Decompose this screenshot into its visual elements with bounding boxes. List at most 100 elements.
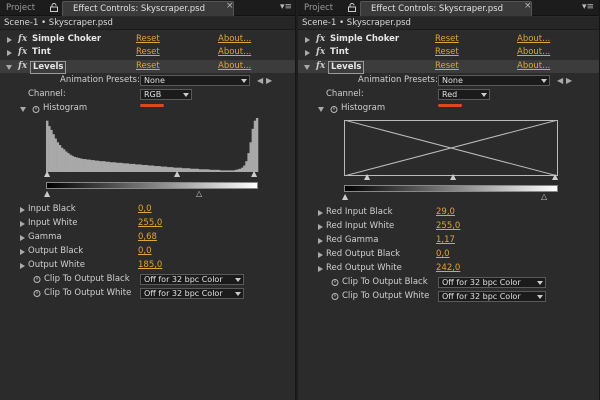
lock-icon[interactable] (348, 3, 356, 12)
about-link[interactable]: About... (218, 46, 251, 59)
param-row-gamma[interactable]: Gamma 0,68 (0, 231, 295, 244)
effect-row-tint[interactable]: fx Tint Reset About... (0, 46, 295, 59)
fx-icon[interactable]: fx (316, 60, 325, 73)
about-link[interactable]: About... (517, 33, 550, 46)
param-row-input-white[interactable]: Input White 255,0 (0, 217, 295, 230)
preset-prev-arrow-icon[interactable]: ◀ (257, 76, 263, 85)
param-value[interactable]: 0,0 (436, 248, 450, 261)
input-black-slider-icon[interactable]: ▲ (44, 169, 50, 178)
stopwatch-icon[interactable] (331, 292, 339, 300)
panel-menu-icon[interactable]: ▾≡ (582, 2, 594, 12)
expand-arrow-icon[interactable] (20, 263, 25, 269)
collapse-arrow-icon[interactable] (304, 65, 310, 70)
output-white-slider-icon[interactable]: △ (541, 192, 547, 201)
animation-presets-dropdown[interactable]: None (140, 75, 250, 86)
input-black-slider-icon[interactable]: ▲ (364, 172, 370, 181)
param-row-red-input-white[interactable]: Red Input White 255,0 (298, 220, 599, 233)
expand-arrow-icon[interactable] (318, 210, 323, 216)
param-row-red-output-white[interactable]: Red Output White 242,0 (298, 262, 599, 275)
tab-effect-controls[interactable]: Effect Controls: Skyscraper.psd (360, 1, 532, 16)
clip-white-dropdown[interactable]: Off for 32 bpc Color (438, 291, 546, 302)
about-link[interactable]: About... (517, 60, 550, 73)
reset-link[interactable]: Reset (435, 60, 459, 73)
stopwatch-icon[interactable] (33, 275, 41, 283)
param-row-input-black[interactable]: Input Black 0,0 (0, 203, 295, 216)
param-value[interactable]: 255,0 (436, 220, 460, 233)
clip-black-dropdown[interactable]: Off for 32 bpc Color (438, 277, 546, 288)
about-link[interactable]: About... (517, 46, 550, 59)
tab-effect-controls[interactable]: Effect Controls: Skyscraper.psd (62, 1, 234, 16)
param-row-red-input-black[interactable]: Red Input Black 29,0 (298, 206, 599, 219)
tab-project[interactable]: Project (298, 1, 342, 16)
expand-arrow-icon[interactable] (20, 207, 25, 213)
gamma-slider-icon[interactable]: ▲ (174, 169, 180, 178)
preset-prev-arrow-icon[interactable]: ◀ (557, 76, 563, 85)
input-white-slider-icon[interactable]: ▲ (552, 172, 558, 181)
effect-row-tint[interactable]: fx Tint Reset About... (298, 46, 599, 59)
fx-icon[interactable]: fx (18, 33, 27, 46)
panel-menu-icon[interactable]: ▾≡ (280, 2, 292, 12)
fx-icon[interactable]: fx (18, 60, 27, 73)
expand-arrow-icon[interactable] (318, 266, 323, 272)
expand-arrow-icon[interactable] (7, 37, 12, 43)
param-row-clip-white[interactable]: Clip To Output White Off for 32 bpc Colo… (298, 290, 599, 303)
input-white-slider-icon[interactable]: ▲ (251, 169, 257, 178)
param-value[interactable]: 1,17 (436, 234, 455, 247)
close-icon[interactable]: × (524, 1, 532, 11)
close-icon[interactable]: × (226, 1, 234, 11)
fx-icon[interactable]: fx (316, 46, 325, 59)
param-value[interactable]: 0,68 (138, 231, 157, 244)
clip-white-dropdown[interactable]: Off for 32 bpc Color (140, 288, 244, 299)
reset-link[interactable]: Reset (136, 60, 160, 73)
expand-arrow-icon[interactable] (20, 235, 25, 241)
reset-link[interactable]: Reset (435, 46, 459, 59)
output-black-slider-icon[interactable]: ▲ (44, 189, 50, 198)
expand-arrow-icon[interactable] (20, 221, 25, 227)
expand-arrow-icon[interactable] (20, 249, 25, 255)
fx-icon[interactable]: fx (18, 46, 27, 59)
expand-arrow-icon[interactable] (305, 37, 310, 43)
output-white-slider-icon[interactable]: △ (196, 189, 202, 198)
param-value[interactable]: 255,0 (138, 217, 162, 230)
param-row-red-output-black[interactable]: Red Output Black 0,0 (298, 248, 599, 261)
param-row-clip-white[interactable]: Clip To Output White Off for 32 bpc Colo… (0, 287, 295, 300)
param-row-red-gamma[interactable]: Red Gamma 1,17 (298, 234, 599, 247)
param-value[interactable]: 242,0 (436, 262, 460, 275)
reset-link[interactable]: Reset (136, 33, 160, 46)
stopwatch-icon[interactable] (331, 278, 339, 286)
about-link[interactable]: About... (218, 33, 251, 46)
expand-arrow-icon[interactable] (318, 238, 323, 244)
param-row-clip-black[interactable]: Clip To Output Black Off for 32 bpc Colo… (0, 273, 295, 286)
reset-link[interactable]: Reset (435, 33, 459, 46)
param-row-output-black[interactable]: Output Black 0,0 (0, 245, 295, 258)
expand-arrow-icon[interactable] (318, 252, 323, 258)
lock-icon[interactable] (50, 3, 58, 12)
param-row-clip-black[interactable]: Clip To Output Black Off for 32 bpc Colo… (298, 276, 599, 289)
gamma-slider-icon[interactable]: ▲ (450, 172, 456, 181)
reset-link[interactable]: Reset (136, 46, 160, 59)
expand-arrow-icon[interactable] (7, 50, 12, 56)
param-row-output-white[interactable]: Output White 185,0 (0, 259, 295, 272)
preset-next-arrow-icon[interactable]: ▶ (266, 76, 272, 85)
param-value[interactable]: 185,0 (138, 259, 162, 272)
collapse-arrow-icon[interactable] (20, 107, 26, 112)
output-black-slider-icon[interactable]: ▲ (342, 192, 348, 201)
effect-row-simple-choker[interactable]: fx Simple Choker Reset About... (298, 33, 599, 46)
param-value[interactable]: 29,0 (436, 206, 455, 219)
animation-presets-dropdown[interactable]: None (438, 75, 550, 86)
effect-row-simple-choker[interactable]: fx Simple Choker Reset About... (0, 33, 295, 46)
histogram-empty-graph[interactable] (344, 120, 558, 176)
param-value[interactable]: 0,0 (138, 245, 152, 258)
collapse-arrow-icon[interactable] (6, 65, 12, 70)
histogram-graph[interactable] (45, 117, 259, 173)
stopwatch-icon[interactable] (33, 289, 41, 297)
expand-arrow-icon[interactable] (318, 224, 323, 230)
param-value[interactable]: 0,0 (138, 203, 152, 216)
effect-row-levels[interactable]: fx Levels Reset About... (298, 60, 599, 74)
expand-arrow-icon[interactable] (305, 50, 310, 56)
collapse-arrow-icon[interactable] (318, 107, 324, 112)
tab-project[interactable]: Project (0, 1, 44, 16)
channel-dropdown[interactable]: Red (438, 89, 490, 100)
about-link[interactable]: About... (218, 60, 251, 73)
preset-next-arrow-icon[interactable]: ▶ (566, 76, 572, 85)
